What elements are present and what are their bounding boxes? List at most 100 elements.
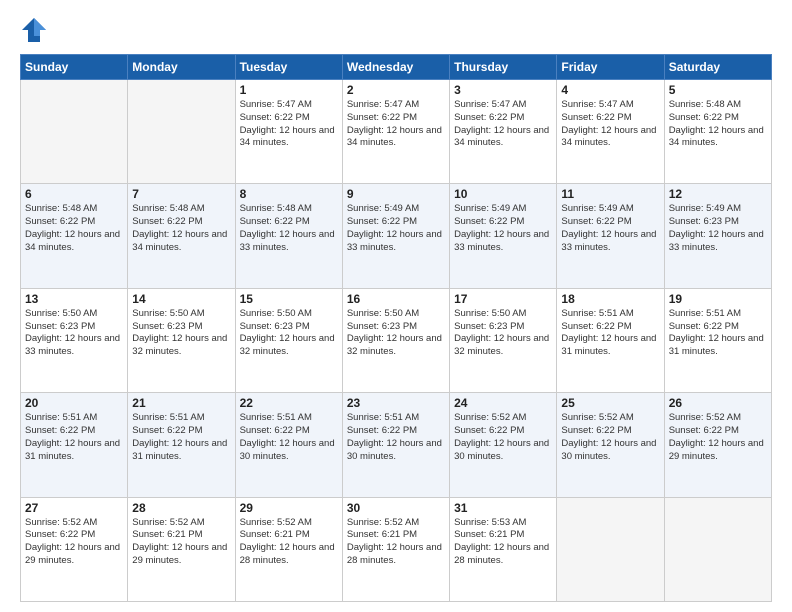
calendar-cell: 23 Sunrise: 5:51 AM Sunset: 6:22 PM Dayli… xyxy=(342,393,449,497)
day-info: Sunrise: 5:49 AM Sunset: 6:22 PM Dayligh… xyxy=(561,203,659,254)
calendar-week-1: 1 Sunrise: 5:47 AM Sunset: 6:22 PM Daylig… xyxy=(21,80,772,184)
day-info: Sunrise: 5:49 AM Sunset: 6:22 PM Dayligh… xyxy=(454,203,552,254)
day-number: 14 xyxy=(132,292,230,306)
day-number: 28 xyxy=(132,501,230,515)
day-info: Sunrise: 5:51 AM Sunset: 6:22 PM Dayligh… xyxy=(561,308,659,359)
day-number: 10 xyxy=(454,187,552,201)
weekday-header-thursday: Thursday xyxy=(450,55,557,80)
calendar-cell: 26Sunrise: 5:52 AM Sunset: 6:22 PM Dayli… xyxy=(664,393,771,497)
day-number: 9 xyxy=(347,187,445,201)
day-info: Sunrise: 5:50 AM Sunset: 6:23 PM Dayligh… xyxy=(240,308,338,359)
day-number: 7 xyxy=(132,187,230,201)
calendar-cell: 22 Sunrise: 5:51 AM Sunset: 6:22 PM Dayli… xyxy=(235,393,342,497)
weekday-header-saturday: Saturday xyxy=(664,55,771,80)
day-info: Sunrise: 5:47 AM Sunset: 6:22 PM Dayligh… xyxy=(561,99,659,150)
day-info: Sunrise: 5:51 AM Sunset: 6:22 PM Dayligh… xyxy=(347,412,445,463)
day-number: 29 xyxy=(240,501,338,515)
day-number: 31 xyxy=(454,501,552,515)
day-number: 21 xyxy=(132,396,230,410)
calendar-cell: 11 Sunrise: 5:49 AM Sunset: 6:22 PM Dayli… xyxy=(557,184,664,288)
calendar-cell: 15 Sunrise: 5:50 AM Sunset: 6:23 PM Dayli… xyxy=(235,288,342,392)
day-info: Sunrise: 5:47 AM Sunset: 6:22 PM Dayligh… xyxy=(240,99,338,150)
day-number: 20 xyxy=(25,396,123,410)
day-number: 15 xyxy=(240,292,338,306)
calendar-cell: 30Sunrise: 5:52 AM Sunset: 6:21 PM Dayli… xyxy=(342,497,449,601)
day-number: 22 xyxy=(240,396,338,410)
day-number: 1 xyxy=(240,83,338,97)
calendar-cell: 16 Sunrise: 5:50 AM Sunset: 6:23 PM Dayli… xyxy=(342,288,449,392)
day-number: 16 xyxy=(347,292,445,306)
day-info: Sunrise: 5:52 AM Sunset: 6:22 PM Dayligh… xyxy=(25,517,123,568)
day-number: 24 xyxy=(454,396,552,410)
day-info: Sunrise: 5:49 AM Sunset: 6:22 PM Dayligh… xyxy=(347,203,445,254)
day-number: 26 xyxy=(669,396,767,410)
day-info: Sunrise: 5:50 AM Sunset: 6:23 PM Dayligh… xyxy=(454,308,552,359)
day-info: Sunrise: 5:52 AM Sunset: 6:21 PM Dayligh… xyxy=(240,517,338,568)
calendar-cell xyxy=(557,497,664,601)
day-info: Sunrise: 5:51 AM Sunset: 6:22 PM Dayligh… xyxy=(132,412,230,463)
calendar-cell xyxy=(664,497,771,601)
calendar-week-3: 13 Sunrise: 5:50 AM Sunset: 6:23 PM Dayli… xyxy=(21,288,772,392)
day-info: Sunrise: 5:48 AM Sunset: 6:22 PM Dayligh… xyxy=(132,203,230,254)
calendar: SundayMondayTuesdayWednesdayThursdayFrid… xyxy=(20,54,772,602)
calendar-cell xyxy=(128,80,235,184)
day-number: 4 xyxy=(561,83,659,97)
weekday-header-sunday: Sunday xyxy=(21,55,128,80)
calendar-cell: 6Sunrise: 5:48 AM Sunset: 6:22 PM Daylig… xyxy=(21,184,128,288)
calendar-cell: 27 Sunrise: 5:52 AM Sunset: 6:22 PM Dayli… xyxy=(21,497,128,601)
calendar-week-5: 27 Sunrise: 5:52 AM Sunset: 6:22 PM Dayli… xyxy=(21,497,772,601)
weekday-header-wednesday: Wednesday xyxy=(342,55,449,80)
calendar-cell: 18Sunrise: 5:51 AM Sunset: 6:22 PM Dayli… xyxy=(557,288,664,392)
weekday-header-tuesday: Tuesday xyxy=(235,55,342,80)
calendar-cell: 2Sunrise: 5:47 AM Sunset: 6:22 PM Daylig… xyxy=(342,80,449,184)
calendar-cell: 21 Sunrise: 5:51 AM Sunset: 6:22 PM Dayli… xyxy=(128,393,235,497)
calendar-cell: 8 Sunrise: 5:48 AM Sunset: 6:22 PM Daylig… xyxy=(235,184,342,288)
day-info: Sunrise: 5:50 AM Sunset: 6:23 PM Dayligh… xyxy=(132,308,230,359)
day-info: Sunrise: 5:47 AM Sunset: 6:22 PM Dayligh… xyxy=(454,99,552,150)
day-number: 11 xyxy=(561,187,659,201)
calendar-cell: 25 Sunrise: 5:52 AM Sunset: 6:22 PM Dayli… xyxy=(557,393,664,497)
day-info: Sunrise: 5:52 AM Sunset: 6:21 PM Dayligh… xyxy=(132,517,230,568)
weekday-header-row: SundayMondayTuesdayWednesdayThursdayFrid… xyxy=(21,55,772,80)
calendar-cell: 4 Sunrise: 5:47 AM Sunset: 6:22 PM Daylig… xyxy=(557,80,664,184)
weekday-header-friday: Friday xyxy=(557,55,664,80)
calendar-cell xyxy=(21,80,128,184)
day-number: 8 xyxy=(240,187,338,201)
day-info: Sunrise: 5:51 AM Sunset: 6:22 PM Dayligh… xyxy=(240,412,338,463)
calendar-cell: 14 Sunrise: 5:50 AM Sunset: 6:23 PM Dayli… xyxy=(128,288,235,392)
day-info: Sunrise: 5:52 AM Sunset: 6:21 PM Dayligh… xyxy=(347,517,445,568)
day-number: 2 xyxy=(347,83,445,97)
day-info: Sunrise: 5:51 AM Sunset: 6:22 PM Dayligh… xyxy=(669,308,767,359)
calendar-cell: 17 Sunrise: 5:50 AM Sunset: 6:23 PM Dayli… xyxy=(450,288,557,392)
day-number: 19 xyxy=(669,292,767,306)
day-number: 6 xyxy=(25,187,123,201)
day-number: 27 xyxy=(25,501,123,515)
calendar-cell: 31Sunrise: 5:53 AM Sunset: 6:21 PM Dayli… xyxy=(450,497,557,601)
calendar-week-2: 6 Sunrise: 5:48 AM Sunset: 6:22 PM Daylig… xyxy=(21,184,772,288)
day-info: Sunrise: 5:52 AM Sunset: 6:22 PM Dayligh… xyxy=(561,412,659,463)
calendar-cell: 13 Sunrise: 5:50 AM Sunset: 6:23 PM Dayli… xyxy=(21,288,128,392)
day-info: Sunrise: 5:52 AM Sunset: 6:22 PM Dayligh… xyxy=(454,412,552,463)
calendar-week-4: 20 Sunrise: 5:51 AM Sunset: 6:22 PM Dayli… xyxy=(21,393,772,497)
day-number: 23 xyxy=(347,396,445,410)
day-number: 13 xyxy=(25,292,123,306)
calendar-cell: 9 Sunrise: 5:49 AM Sunset: 6:22 PM Daylig… xyxy=(342,184,449,288)
logo-icon xyxy=(20,16,48,44)
day-info: Sunrise: 5:50 AM Sunset: 6:23 PM Dayligh… xyxy=(25,308,123,359)
day-info: Sunrise: 5:48 AM Sunset: 6:22 PM Dayligh… xyxy=(669,99,767,150)
day-number: 17 xyxy=(454,292,552,306)
calendar-cell: 29 Sunrise: 5:52 AM Sunset: 6:21 PM Dayli… xyxy=(235,497,342,601)
calendar-cell: 19 Sunrise: 5:51 AM Sunset: 6:22 PM Dayli… xyxy=(664,288,771,392)
day-number: 5 xyxy=(669,83,767,97)
logo xyxy=(20,16,52,44)
calendar-cell: 24 Sunrise: 5:52 AM Sunset: 6:22 PM Dayli… xyxy=(450,393,557,497)
day-info: Sunrise: 5:48 AM Sunset: 6:22 PM Dayligh… xyxy=(240,203,338,254)
weekday-header-monday: Monday xyxy=(128,55,235,80)
day-info: Sunrise: 5:49 AM Sunset: 6:23 PM Dayligh… xyxy=(669,203,767,254)
day-info: Sunrise: 5:50 AM Sunset: 6:23 PM Dayligh… xyxy=(347,308,445,359)
day-number: 12 xyxy=(669,187,767,201)
day-number: 25 xyxy=(561,396,659,410)
calendar-cell: 20 Sunrise: 5:51 AM Sunset: 6:22 PM Dayli… xyxy=(21,393,128,497)
calendar-cell: 1 Sunrise: 5:47 AM Sunset: 6:22 PM Daylig… xyxy=(235,80,342,184)
day-info: Sunrise: 5:51 AM Sunset: 6:22 PM Dayligh… xyxy=(25,412,123,463)
